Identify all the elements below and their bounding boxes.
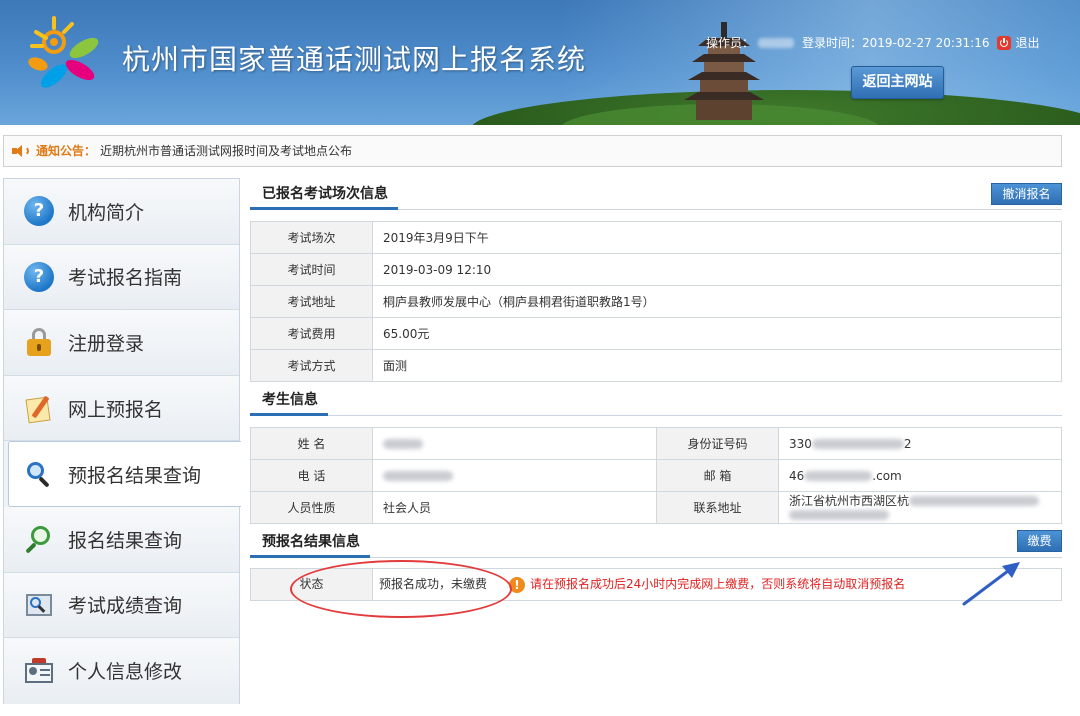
name-label: 姓 名: [250, 427, 373, 460]
score-search-icon: [24, 590, 54, 620]
operator-label: 操作员：: [706, 36, 755, 50]
logout-link[interactable]: 退出: [1015, 34, 1039, 51]
address-text: 浙江省杭州市西湖区杭: [789, 493, 910, 508]
pay-button[interactable]: 缴费: [1017, 530, 1062, 552]
candidate-section-title: 考生信息: [250, 389, 328, 416]
exam-mode-label: 考试方式: [250, 349, 373, 382]
table-row: 考试场次 2019年3月9日下午: [250, 221, 1062, 254]
table-row: 姓 名 身份证号码 330 2: [250, 427, 1062, 460]
phone-label: 电 话: [250, 459, 373, 492]
lock-icon: [24, 327, 54, 357]
notice-label: 通知公告：: [36, 144, 97, 158]
exam-address-label: 考试地址: [250, 285, 373, 318]
login-time-value: 2019-02-27 20:31:16: [862, 35, 990, 50]
email-label: 邮 箱: [656, 459, 779, 492]
annotation-arrow-icon: [962, 562, 1020, 606]
table-row: 考试费用 65.00元: [250, 317, 1062, 350]
sidebar-item-pre-result-query[interactable]: 预报名结果查询: [8, 441, 241, 507]
site-header: 杭州市国家普通话测试网上报名系统 操作员： 登录时间：2019-02-27 20:…: [0, 0, 1080, 125]
table-row: 电 话 邮 箱 46 .com: [250, 459, 1062, 492]
email-value: 46 .com: [778, 459, 1062, 492]
sidebar-item-label: 网上预报名: [68, 398, 164, 421]
cancel-registration-button[interactable]: 撤消报名: [991, 183, 1062, 205]
sidebar-item-profile-edit[interactable]: 个人信息修改: [4, 638, 239, 704]
table-row: 考试时间 2019-03-09 12:10: [250, 253, 1062, 286]
sidebar-item-label: 考试报名指南: [68, 267, 183, 290]
person-type-value: 社会人员: [372, 491, 657, 524]
result-section-header: 预报名结果信息: [250, 530, 1062, 558]
table-row: 人员性质 社会人员 联系地址 浙江省杭州市西湖区杭: [250, 491, 1062, 524]
notice-bar: 通知公告： 近期杭州市普通话测试网报时间及考试地点公布: [3, 135, 1062, 167]
address-value: 浙江省杭州市西湖区杭: [778, 491, 1062, 524]
candidate-info-table: 姓 名 身份证号码 330 2 电 话 邮 箱 46 .com 人员性质 社会人员 …: [250, 427, 1062, 524]
logout-power-icon[interactable]: [997, 35, 1012, 50]
notepad-icon: [24, 393, 54, 424]
exam-section-header: 已报名考试场次信息: [250, 182, 1062, 210]
id-number-suffix: 2: [903, 436, 912, 451]
exam-mode-value: 面测: [372, 349, 1062, 382]
sidebar-item-about[interactable]: ? 机构简介: [4, 179, 239, 245]
email-suffix: .com: [872, 468, 902, 483]
sidebar-item-label: 报名结果查询: [68, 529, 183, 552]
id-number-value: 330 2: [778, 427, 1062, 460]
user-info-bar: 操作员： 登录时间：2019-02-27 20:31:16 退出: [706, 34, 1040, 51]
sidebar-item-pre-register[interactable]: 网上预报名: [4, 375, 239, 442]
phone-value-redacted: [372, 459, 657, 492]
exam-time-label: 考试时间: [250, 253, 373, 286]
notice-link[interactable]: 近期杭州市普通话测试网报时间及考试地点公布: [100, 144, 352, 158]
person-type-label: 人员性质: [250, 491, 373, 524]
site-title: 杭州市国家普通话测试网上报名系统: [122, 43, 587, 76]
sidebar-item-label: 预报名结果查询: [68, 464, 202, 487]
sidebar-nav: ? 机构简介 ? 考试报名指南 注册登录 网上预报名 预报名结果查询 报名结果查…: [3, 178, 241, 704]
sidebar-item-login[interactable]: 注册登录: [4, 310, 239, 376]
exam-section-title: 已报名考试场次信息: [250, 183, 398, 210]
id-number-label: 身份证号码: [656, 427, 779, 460]
exam-fee-value: 65.00元: [372, 317, 1062, 350]
sidebar-item-label: 个人信息修改: [68, 661, 183, 684]
annotation-ellipse: [290, 560, 512, 618]
sidebar-item-label: 机构简介: [68, 201, 145, 224]
id-number-prefix: 330: [789, 436, 812, 451]
operator-name-redacted: [758, 37, 795, 48]
back-to-main-site-button[interactable]: 返回主网站: [851, 66, 944, 99]
payment-warning-text: 请在预报名成功后24小时内完成网上缴费，否则系统将自动取消预报名: [530, 577, 906, 591]
exam-info-table: 考试场次 2019年3月9日下午 考试时间 2019-03-09 12:10 考…: [250, 221, 1062, 382]
sidebar-item-label: 考试成绩查询: [68, 595, 183, 618]
login-time-label: 登录时间：: [802, 36, 863, 50]
exam-address-value: 桐庐县教师发展中心（桐庐县桐君街道职教路1号）: [372, 285, 1062, 318]
speaker-icon: [12, 144, 30, 158]
question-icon: ?: [24, 196, 54, 227]
exam-session-label: 考试场次: [250, 221, 373, 254]
address-label: 联系地址: [656, 491, 779, 524]
name-value-redacted: [372, 427, 657, 460]
sidebar-item-result-query[interactable]: 报名结果查询: [4, 506, 239, 573]
site-logo-icon: [28, 16, 99, 88]
exam-time-value: 2019-03-09 12:10: [372, 253, 1062, 286]
question-icon: ?: [24, 261, 54, 292]
result-section-title: 预报名结果信息: [250, 531, 370, 558]
sidebar-item-score-query[interactable]: 考试成绩查询: [4, 572, 239, 639]
email-prefix: 46: [789, 468, 805, 483]
search-icon: [24, 459, 54, 489]
exam-session-value: 2019年3月9日下午: [372, 221, 1062, 254]
find-icon: [24, 524, 54, 554]
exam-fee-label: 考试费用: [250, 317, 373, 350]
id-card-icon: [24, 656, 54, 686]
candidate-section-header: 考生信息: [250, 388, 1062, 416]
table-row: 考试方式 面测: [250, 349, 1062, 382]
table-row: 考试地址 桐庐县教师发展中心（桐庐县桐君街道职教路1号）: [250, 285, 1062, 318]
sidebar-item-guide[interactable]: ? 考试报名指南: [4, 244, 239, 311]
sidebar-item-label: 注册登录: [68, 332, 145, 355]
